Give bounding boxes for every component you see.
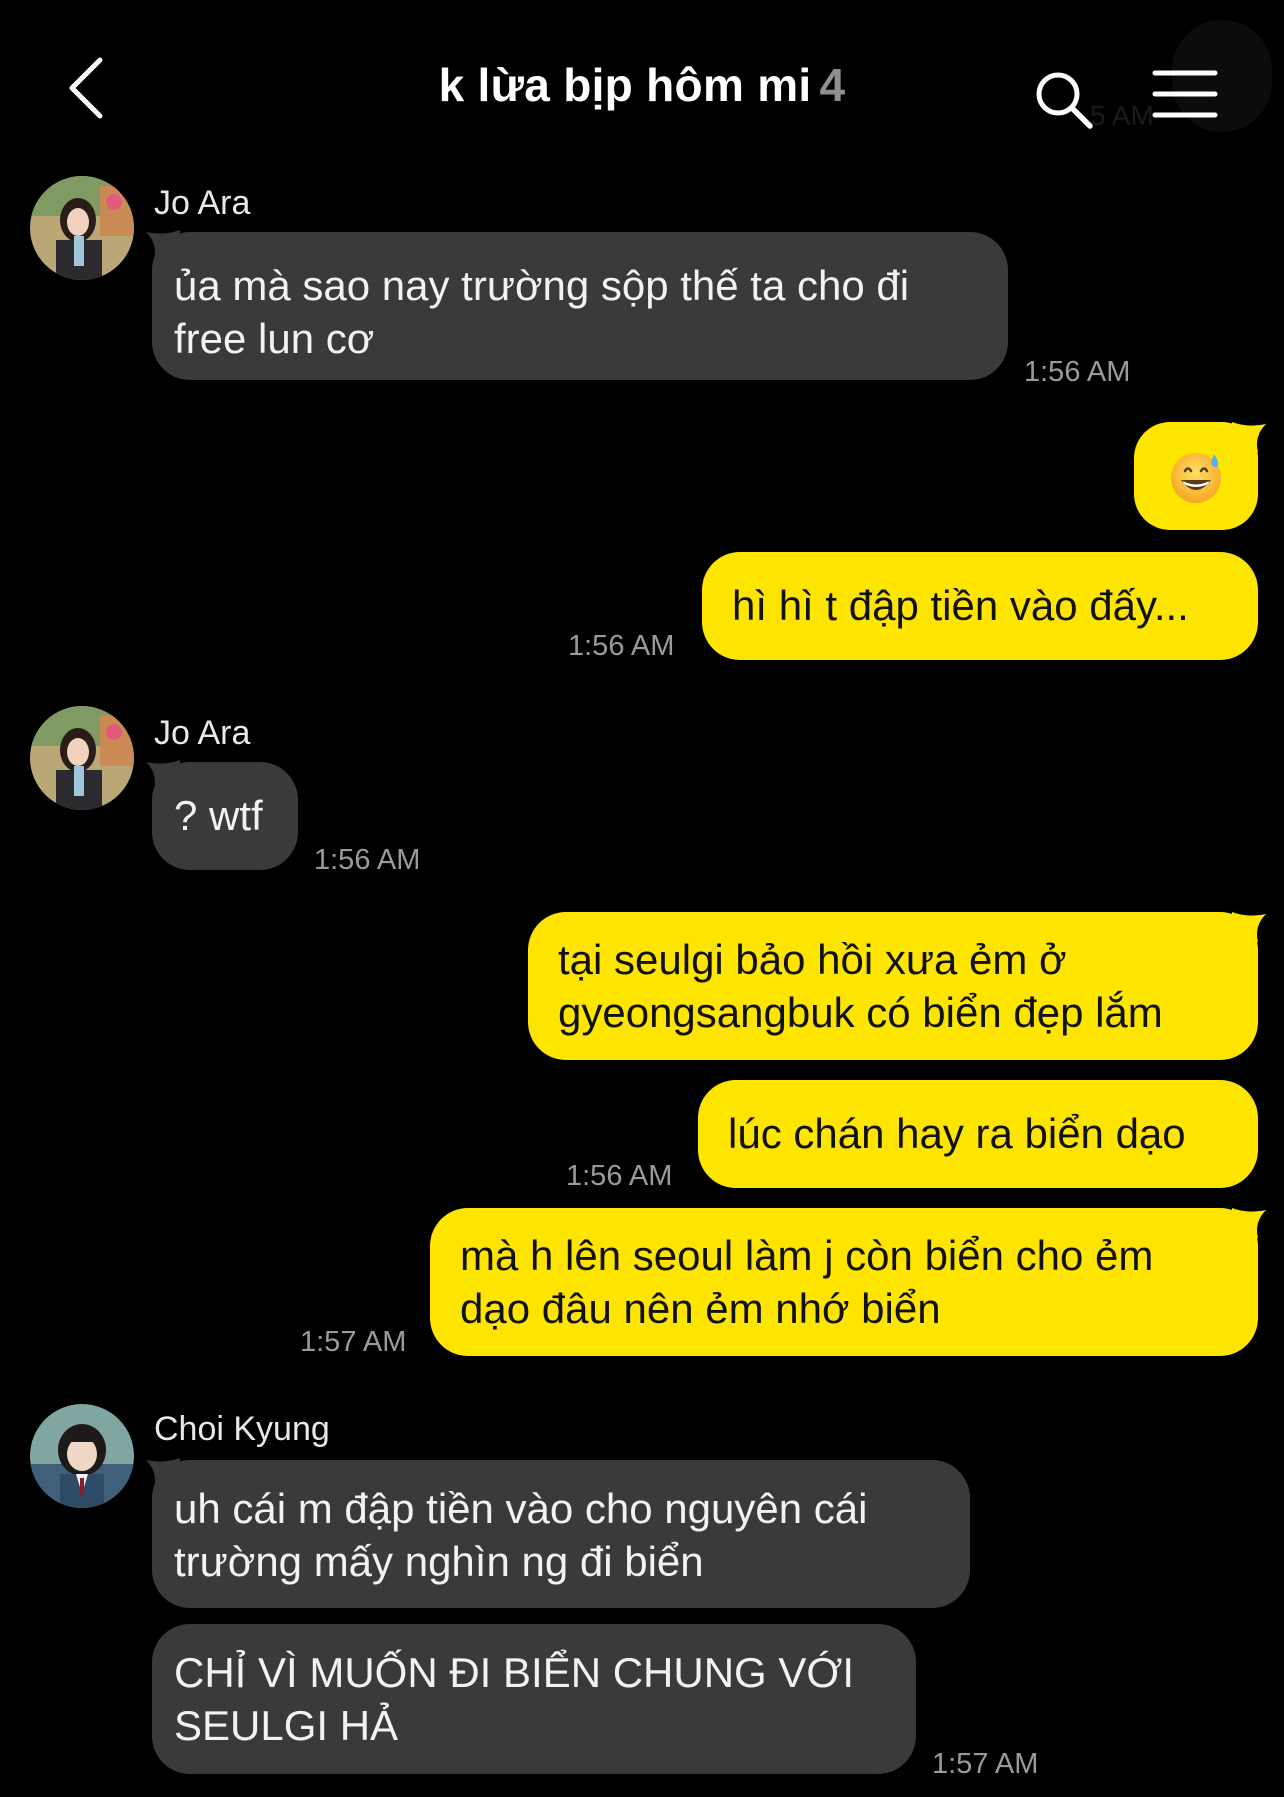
message-bubble-outgoing[interactable]	[1134, 422, 1258, 530]
sender-name: Jo Ara	[154, 714, 251, 752]
avatar-jo-ara[interactable]	[30, 706, 134, 810]
message-text: CHỈ VÌ MUỐN ĐI BIỂN CHUNG VỚI SEULGI HẢ	[174, 1649, 855, 1749]
search-button[interactable]	[1032, 68, 1096, 132]
message-text: tại seulgi bảo hồi xưa ẻm ở gyeongsangbu…	[558, 936, 1163, 1036]
message-bubble-incoming[interactable]: ? wtf	[152, 762, 298, 870]
menu-button[interactable]	[1152, 68, 1218, 120]
message-bubble-outgoing[interactable]: lúc chán hay ra biển dạo	[698, 1080, 1258, 1188]
hamburger-menu-icon	[1152, 70, 1218, 118]
message-text: uh cái m đập tiền vào cho nguyên cái trư…	[174, 1485, 868, 1585]
message-bubble-outgoing[interactable]: hì hì t đập tiền vào đấy...	[702, 552, 1258, 660]
message-text: lúc chán hay ra biển dạo	[728, 1110, 1186, 1157]
message-bubble-incoming[interactable]: CHỈ VÌ MUỐN ĐI BIỂN CHUNG VỚI SEULGI HẢ	[152, 1624, 916, 1774]
message-time: 1:56 AM	[1024, 356, 1131, 388]
grinning-sweat-emoji-icon	[1171, 453, 1221, 503]
search-icon	[1036, 72, 1093, 129]
message-bubble-incoming[interactable]: ủa mà sao nay trường sộp thế ta cho đi f…	[152, 232, 1008, 380]
message-time: 1:56 AM	[568, 630, 675, 662]
member-count: 4	[819, 59, 846, 111]
message-bubble-outgoing[interactable]: tại seulgi bảo hồi xưa ẻm ở gyeongsangbu…	[528, 912, 1258, 1060]
message-time: 1:56 AM	[314, 844, 421, 876]
message-text: ? wtf	[174, 792, 263, 839]
message-time: 1:57 AM	[932, 1748, 1039, 1780]
sender-name: Jo Ara	[154, 184, 251, 222]
message-text: hì hì t đập tiền vào đấy...	[732, 582, 1189, 629]
message-bubble-outgoing[interactable]: mà h lên seoul làm j còn biển cho ẻm dạo…	[430, 1208, 1258, 1356]
message-bubble-incoming[interactable]: uh cái m đập tiền vào cho nguyên cái trư…	[152, 1460, 970, 1608]
message-time: 1:57 AM	[300, 1326, 407, 1358]
chat-title-text: k lừa bịp hôm mi	[438, 59, 812, 111]
message-text: ủa mà sao nay trường sộp thế ta cho đi f…	[174, 262, 910, 362]
sender-name: Choi Kyung	[154, 1410, 330, 1448]
chat-header: 5 AM k lừa bịp hôm mi 4	[0, 0, 1284, 170]
message-time: 1:56 AM	[566, 1160, 673, 1192]
avatar-choi-kyung[interactable]	[30, 1404, 134, 1508]
avatar-jo-ara[interactable]	[30, 176, 134, 280]
message-text: mà h lên seoul làm j còn biển cho ẻm dạo…	[460, 1232, 1154, 1332]
